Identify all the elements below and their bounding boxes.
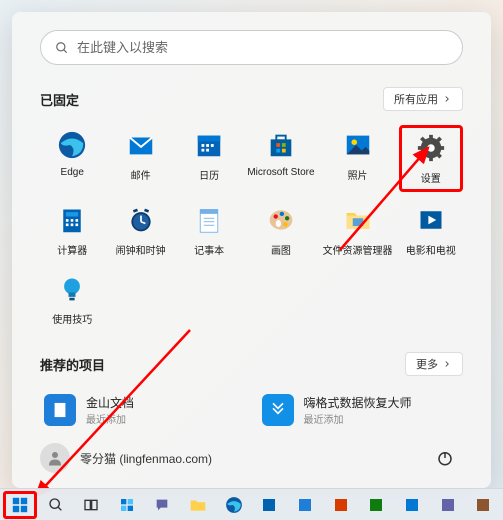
square-icon <box>475 497 491 513</box>
rec-title: 嗨格式数据恢复大师 <box>304 394 412 411</box>
square-icon <box>404 497 420 513</box>
square-icon <box>440 497 456 513</box>
folder-icon <box>189 496 207 514</box>
chevron-right-icon <box>442 94 452 104</box>
windows-logo-icon <box>12 497 28 513</box>
app-movies[interactable]: 电影和电视 <box>399 200 463 261</box>
recovery-icon <box>268 400 288 420</box>
taskbar-app[interactable] <box>395 491 429 519</box>
search-icon <box>55 41 69 55</box>
rec-subtitle: 最近添加 <box>86 411 134 426</box>
bulb-icon <box>58 275 86 303</box>
calendar-icon <box>194 130 224 160</box>
photos-icon <box>343 130 373 160</box>
power-button[interactable] <box>427 440 463 476</box>
store-icon <box>266 130 296 160</box>
app-edge[interactable]: Edge <box>40 125 104 192</box>
square-icon <box>368 497 384 513</box>
pinned-header: 已固定 所有应用 <box>40 87 463 111</box>
taskbar-app[interactable] <box>288 491 322 519</box>
app-photos[interactable]: 照片 <box>321 125 395 192</box>
recommended-list: 金山文档 最近添加 嗨格式数据恢复大师 最近添加 <box>40 390 463 430</box>
taskbar-app[interactable] <box>359 491 393 519</box>
more-button[interactable]: 更多 <box>405 352 463 376</box>
app-settings[interactable]: 设置 <box>399 125 463 192</box>
recommended-item[interactable]: 金山文档 最近添加 <box>40 390 246 430</box>
app-label: Microsoft Store <box>247 167 314 178</box>
gear-icon <box>416 133 446 163</box>
calculator-icon <box>58 206 86 234</box>
app-tips[interactable]: 使用技巧 <box>40 269 104 330</box>
taskbar <box>0 488 503 520</box>
taskbar-chat[interactable] <box>146 491 180 519</box>
app-explorer[interactable]: 文件资源管理器 <box>321 200 395 261</box>
square-icon <box>333 497 349 513</box>
all-apps-label: 所有应用 <box>394 91 438 107</box>
clock-icon <box>127 206 155 234</box>
app-label: 设置 <box>421 170 441 185</box>
rec-title: 金山文档 <box>86 394 134 411</box>
start-footer: 零分猫 (lingfenmao.com) <box>40 430 463 476</box>
taskbar-app[interactable] <box>466 491 500 519</box>
app-label: 画图 <box>271 242 291 257</box>
chat-icon <box>154 497 170 513</box>
pinned-title: 已固定 <box>40 90 79 109</box>
search-input[interactable] <box>77 40 448 55</box>
chevron-right-icon <box>442 359 452 369</box>
app-calculator[interactable]: 计算器 <box>40 200 104 261</box>
taskbar-app[interactable] <box>253 491 287 519</box>
app-label: 记事本 <box>194 242 224 257</box>
all-apps-button[interactable]: 所有应用 <box>383 87 463 111</box>
square-icon <box>261 497 277 513</box>
app-calendar[interactable]: 日历 <box>177 125 241 192</box>
taskbar-taskview[interactable] <box>74 491 108 519</box>
doc-icon <box>50 400 70 420</box>
taskbar-app[interactable] <box>431 491 465 519</box>
recommended-title: 推荐的项目 <box>40 355 105 374</box>
taskview-icon <box>83 497 99 513</box>
edge-icon <box>57 130 87 160</box>
taskbar-edge[interactable] <box>217 491 251 519</box>
paint-icon <box>267 206 295 234</box>
user-display-name: 零分猫 (lingfenmao.com) <box>80 450 212 467</box>
taskbar-search[interactable] <box>39 491 73 519</box>
mail-icon <box>126 130 156 160</box>
app-msstore[interactable]: Microsoft Store <box>245 125 316 192</box>
person-icon <box>46 449 64 467</box>
folder-icon <box>344 206 372 234</box>
rec-subtitle: 最近添加 <box>304 411 412 426</box>
app-label: 邮件 <box>131 167 151 182</box>
app-label: Edge <box>61 167 84 178</box>
app-label: 闹钟和时钟 <box>116 242 166 257</box>
user-account[interactable]: 零分猫 (lingfenmao.com) <box>40 443 212 473</box>
taskbar-explorer[interactable] <box>181 491 215 519</box>
app-label: 使用技巧 <box>52 311 92 326</box>
start-menu: 已固定 所有应用 Edge 邮件 日历 Microsoft Store 照片 <box>12 12 491 488</box>
app-mail[interactable]: 邮件 <box>108 125 172 192</box>
app-clock[interactable]: 闹钟和时钟 <box>108 200 172 261</box>
power-icon <box>436 449 454 467</box>
app-label: 日历 <box>199 167 219 182</box>
recommended-header: 推荐的项目 更多 <box>40 352 463 376</box>
widgets-icon <box>119 497 135 513</box>
taskbar-widgets[interactable] <box>110 491 144 519</box>
search-bar[interactable] <box>40 30 463 65</box>
taskbar-app[interactable] <box>324 491 358 519</box>
notepad-icon <box>195 206 223 234</box>
edge-icon <box>225 496 243 514</box>
movies-icon <box>417 206 445 234</box>
pinned-grid: Edge 邮件 日历 Microsoft Store 照片 设置 计算器 闹 <box>40 125 463 330</box>
recommended-item[interactable]: 嗨格式数据恢复大师 最近添加 <box>258 390 464 430</box>
avatar <box>40 443 70 473</box>
square-icon <box>297 497 313 513</box>
app-label: 照片 <box>348 167 368 182</box>
app-notepad[interactable]: 记事本 <box>177 200 241 261</box>
taskbar-start-button[interactable] <box>3 491 37 519</box>
more-label: 更多 <box>416 356 438 372</box>
app-paint[interactable]: 画图 <box>245 200 316 261</box>
app-label: 文件资源管理器 <box>323 242 393 257</box>
search-icon <box>48 497 64 513</box>
app-label: 计算器 <box>57 242 87 257</box>
app-label: 电影和电视 <box>406 242 456 257</box>
